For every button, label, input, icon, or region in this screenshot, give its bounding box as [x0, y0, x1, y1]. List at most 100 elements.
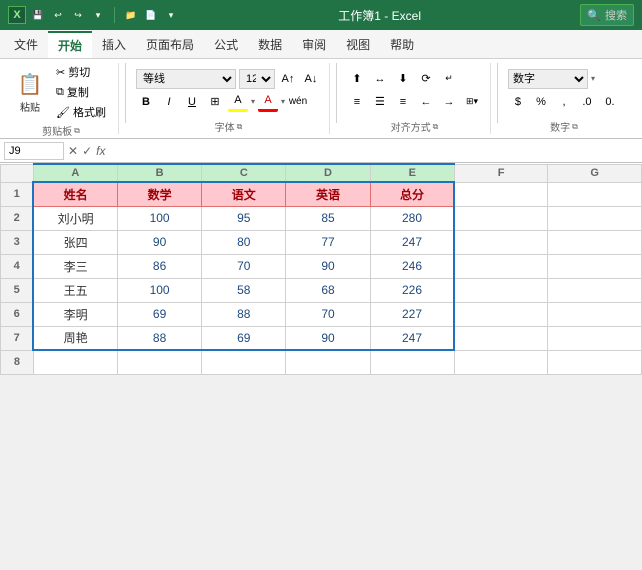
bold-button[interactable]: B	[136, 92, 156, 112]
save-button[interactable]: 💾	[31, 8, 45, 22]
font-name-select[interactable]: 等线	[136, 69, 236, 89]
wrap-text-button[interactable]: wén	[288, 92, 308, 112]
table-cell[interactable]: 100	[117, 206, 201, 230]
percent-button[interactable]: %	[531, 92, 551, 112]
table-cell[interactable]: 总分	[370, 182, 454, 206]
table-cell[interactable]	[454, 182, 548, 206]
table-cell[interactable]: 李三	[33, 254, 117, 278]
row-header-2[interactable]: 2	[1, 206, 34, 230]
table-cell[interactable]: 70	[202, 254, 286, 278]
table-cell[interactable]: 247	[370, 230, 454, 254]
table-cell[interactable]	[548, 350, 642, 374]
merge-cells-button[interactable]: ⊞▾	[462, 92, 482, 112]
table-cell[interactable]	[454, 254, 548, 278]
font-size-select[interactable]: 12	[239, 69, 275, 89]
number-format-dropdown[interactable]: ▾	[591, 74, 595, 83]
table-cell[interactable]	[548, 182, 642, 206]
col-header-g[interactable]: G	[548, 164, 642, 182]
tab-help[interactable]: 帮助	[380, 30, 424, 58]
row-header-8[interactable]: 8	[1, 350, 34, 374]
col-header-f[interactable]: F	[454, 164, 548, 182]
table-cell[interactable]: 语文	[202, 182, 286, 206]
format-painter-button[interactable]: 🖌 格式刷	[52, 103, 110, 121]
formula-input[interactable]	[109, 144, 638, 158]
col-header-c[interactable]: C	[202, 164, 286, 182]
align-left-button[interactable]: ≡	[347, 92, 367, 112]
table-cell[interactable]: 77	[286, 230, 370, 254]
cell-reference-box[interactable]: J9	[4, 142, 64, 160]
table-cell[interactable]	[286, 350, 370, 374]
table-cell[interactable]: 李明	[33, 302, 117, 326]
table-cell[interactable]: 70	[286, 302, 370, 326]
fill-color-dropdown[interactable]: ▾	[251, 97, 255, 106]
paste-button[interactable]: 📋 粘贴	[12, 69, 48, 116]
number-expand-icon[interactable]: ⧉	[572, 122, 578, 132]
table-cell[interactable]: 90	[286, 254, 370, 278]
table-cell[interactable]	[548, 326, 642, 350]
table-cell[interactable]	[454, 326, 548, 350]
italic-button[interactable]: I	[159, 92, 179, 112]
row-header-4[interactable]: 4	[1, 254, 34, 278]
col-header-a[interactable]: A	[33, 164, 117, 182]
col-header-e[interactable]: E	[370, 164, 454, 182]
table-cell[interactable]	[454, 278, 548, 302]
table-cell[interactable]: 69	[117, 302, 201, 326]
wrap-text-btn[interactable]: ↵	[439, 69, 459, 89]
align-top-button[interactable]: ⬆	[347, 69, 367, 89]
table-cell[interactable]: 68	[286, 278, 370, 302]
alignment-expand-icon[interactable]: ⧉	[433, 122, 439, 132]
table-cell[interactable]	[370, 350, 454, 374]
table-cell[interactable]	[117, 350, 201, 374]
underline-button[interactable]: U	[182, 92, 202, 112]
table-cell[interactable]: 100	[117, 278, 201, 302]
formula-cancel-icon[interactable]: ✕	[68, 144, 78, 158]
table-cell[interactable]: 88	[202, 302, 286, 326]
font-color-button[interactable]: A	[258, 92, 278, 112]
row-header-3[interactable]: 3	[1, 230, 34, 254]
clipboard-expand-icon[interactable]: ⧉	[74, 126, 80, 136]
new-folder-button[interactable]: 📁	[124, 8, 138, 22]
table-cell[interactable]: 王五	[33, 278, 117, 302]
table-cell[interactable]	[548, 206, 642, 230]
table-cell[interactable]	[454, 302, 548, 326]
decrease-indent-button[interactable]: ←	[416, 92, 436, 112]
row-header-6[interactable]: 6	[1, 302, 34, 326]
table-cell[interactable]: 85	[286, 206, 370, 230]
row-header-5[interactable]: 5	[1, 278, 34, 302]
fill-color-button[interactable]: A	[228, 92, 248, 112]
tab-home[interactable]: 开始	[48, 31, 92, 58]
decrease-decimal-button[interactable]: 0.	[600, 92, 620, 112]
align-right-button[interactable]: ≡	[393, 92, 413, 112]
table-cell[interactable]: 英语	[286, 182, 370, 206]
font-color-dropdown[interactable]: ▾	[281, 97, 285, 106]
table-cell[interactable]	[548, 302, 642, 326]
col-header-d[interactable]: D	[286, 164, 370, 182]
comma-button[interactable]: ,	[554, 92, 574, 112]
table-cell[interactable]: 90	[117, 230, 201, 254]
table-cell[interactable]	[454, 206, 548, 230]
align-middle-button[interactable]: ↔	[370, 69, 390, 89]
formula-insert-icon[interactable]: fx	[96, 144, 105, 158]
table-cell[interactable]: 280	[370, 206, 454, 230]
table-cell[interactable]: 227	[370, 302, 454, 326]
table-cell[interactable]	[454, 350, 548, 374]
table-cell[interactable]: 数学	[117, 182, 201, 206]
tab-formulas[interactable]: 公式	[204, 30, 248, 58]
table-cell[interactable]: 80	[202, 230, 286, 254]
table-cell[interactable]: 张四	[33, 230, 117, 254]
table-cell[interactable]: 226	[370, 278, 454, 302]
table-cell[interactable]: 247	[370, 326, 454, 350]
table-cell[interactable]	[548, 254, 642, 278]
redo-button[interactable]: ↪	[71, 8, 85, 22]
number-format-select[interactable]: 数字	[508, 69, 588, 89]
table-cell[interactable]	[548, 278, 642, 302]
tab-view[interactable]: 视图	[336, 30, 380, 58]
table-cell[interactable]: 86	[117, 254, 201, 278]
table-cell[interactable]	[454, 230, 548, 254]
align-bottom-button[interactable]: ⬇	[393, 69, 413, 89]
customize-qat-button[interactable]: ▾	[91, 8, 105, 22]
table-cell[interactable]: 姓名	[33, 182, 117, 206]
font-expand-icon[interactable]: ⧉	[237, 122, 243, 132]
rotate-text-button[interactable]: ⟳	[416, 69, 436, 89]
table-cell[interactable]: 90	[286, 326, 370, 350]
